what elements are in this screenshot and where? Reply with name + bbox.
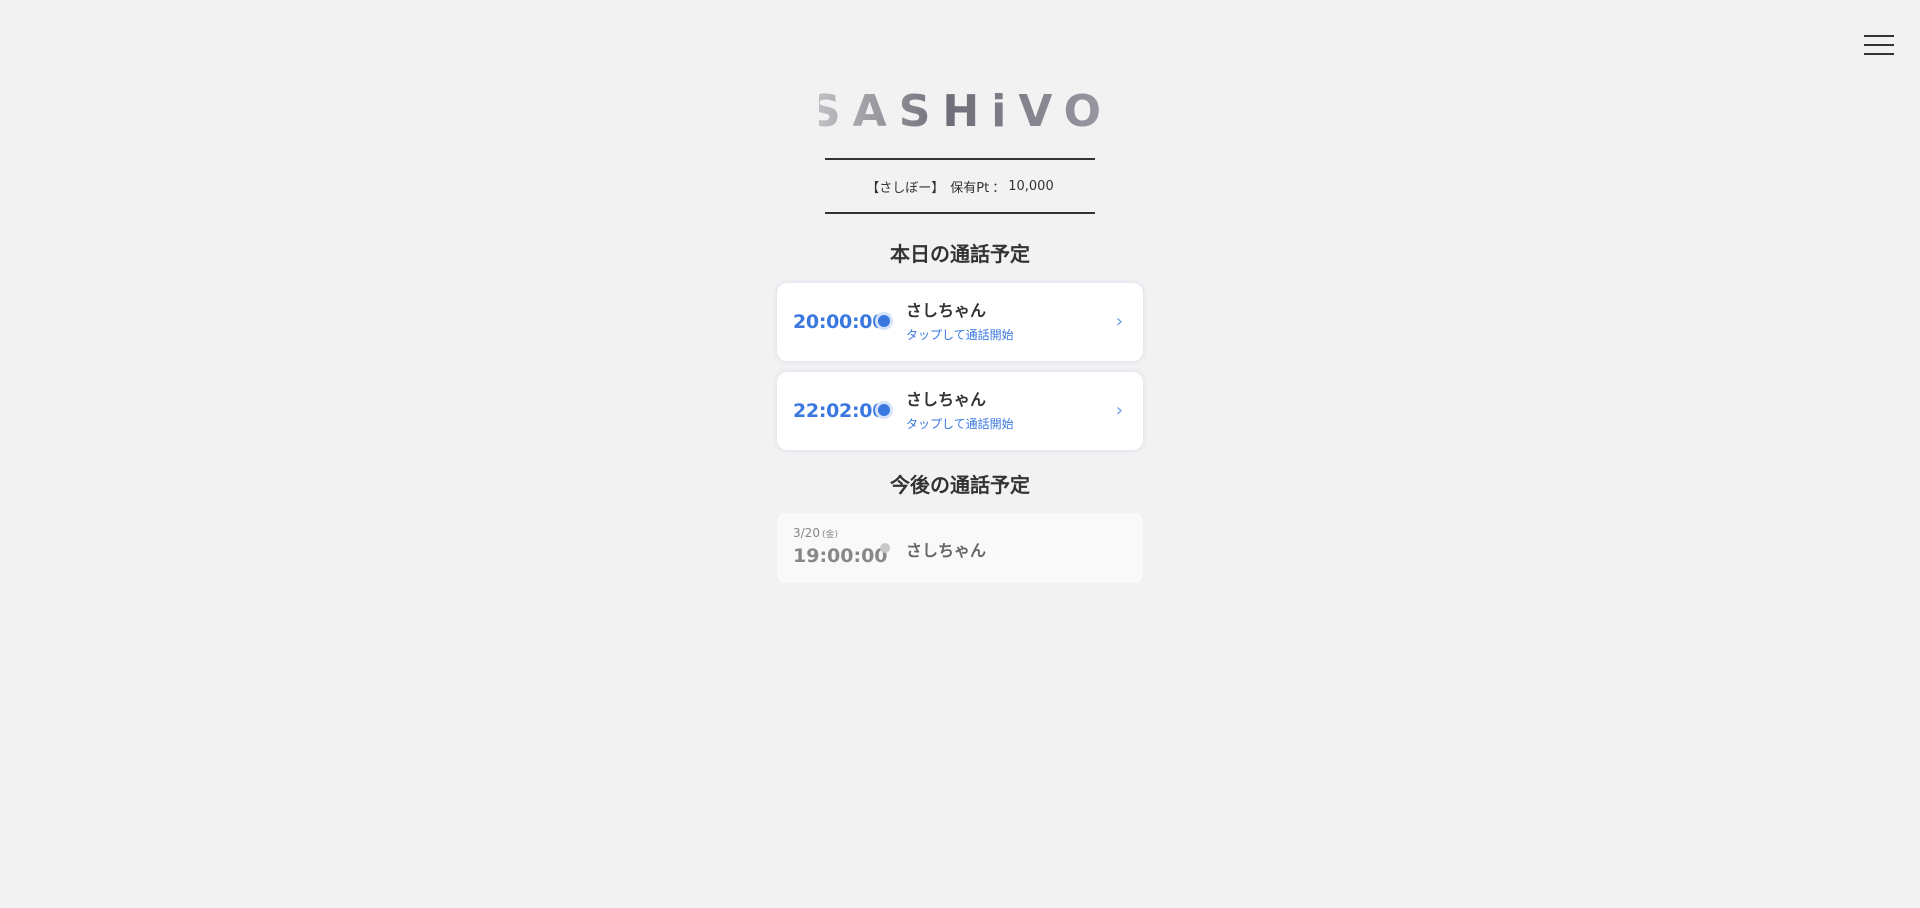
menu-bar-top [1864,35,1894,37]
today-call-card[interactable]: 22:02:00 さしちゃん タップして通話開始 › [777,372,1143,450]
status-dot-icon [878,315,890,327]
call-time: 22:02:00 [793,400,886,422]
logo-graphic: SASHiVO [819,86,1103,132]
points-value: 10,000 [1008,178,1054,194]
call-date: 3/20 (金) [793,526,838,540]
status-dot-icon [878,404,890,416]
start-call-hint: タップして通話開始 [906,328,1014,342]
menu-bar-bottom [1864,53,1894,55]
hamburger-menu-icon[interactable] [1864,33,1896,59]
future-call-card: 3/20 (金) 19:00:00 さしちゃん [777,513,1143,583]
today-section-title: 本日の通話予定 [890,242,1030,266]
logo-text: SASHiVO [819,86,1103,132]
call-date-value: 3/20 [793,526,820,540]
chevron-right-icon: › [1115,400,1123,421]
call-day-of-week: (金) [821,530,838,540]
partner-name: さしちゃん [906,541,987,560]
status-dot-icon [880,543,890,553]
chevron-right-icon: › [1115,311,1123,332]
start-call-hint: タップして通話開始 [906,417,1014,431]
sashivo-logo: SASHiVO [819,86,1103,132]
today-call-card[interactable]: 20:00:00 さしちゃん タップして通話開始 › [777,283,1143,361]
partner-name: さしちゃん [906,301,987,320]
future-section-title: 今後の通話予定 [890,473,1030,497]
points-label: 保有Pt [950,180,990,196]
call-time: 20:00:00 [793,311,886,333]
partner-name: さしちゃん [906,390,987,409]
points-separator: ： [992,180,1006,196]
menu-bar-middle [1864,44,1894,46]
nickname: 【さしぼー】 [866,180,945,196]
points-summary: 【さしぼー】 保有Pt ： 10,000 [825,158,1095,214]
call-time: 19:00:00 [793,545,888,567]
page: SASHiVO 【さしぼー】 保有Pt ： 10,000 本日の通話予定 20:… [0,0,1920,908]
